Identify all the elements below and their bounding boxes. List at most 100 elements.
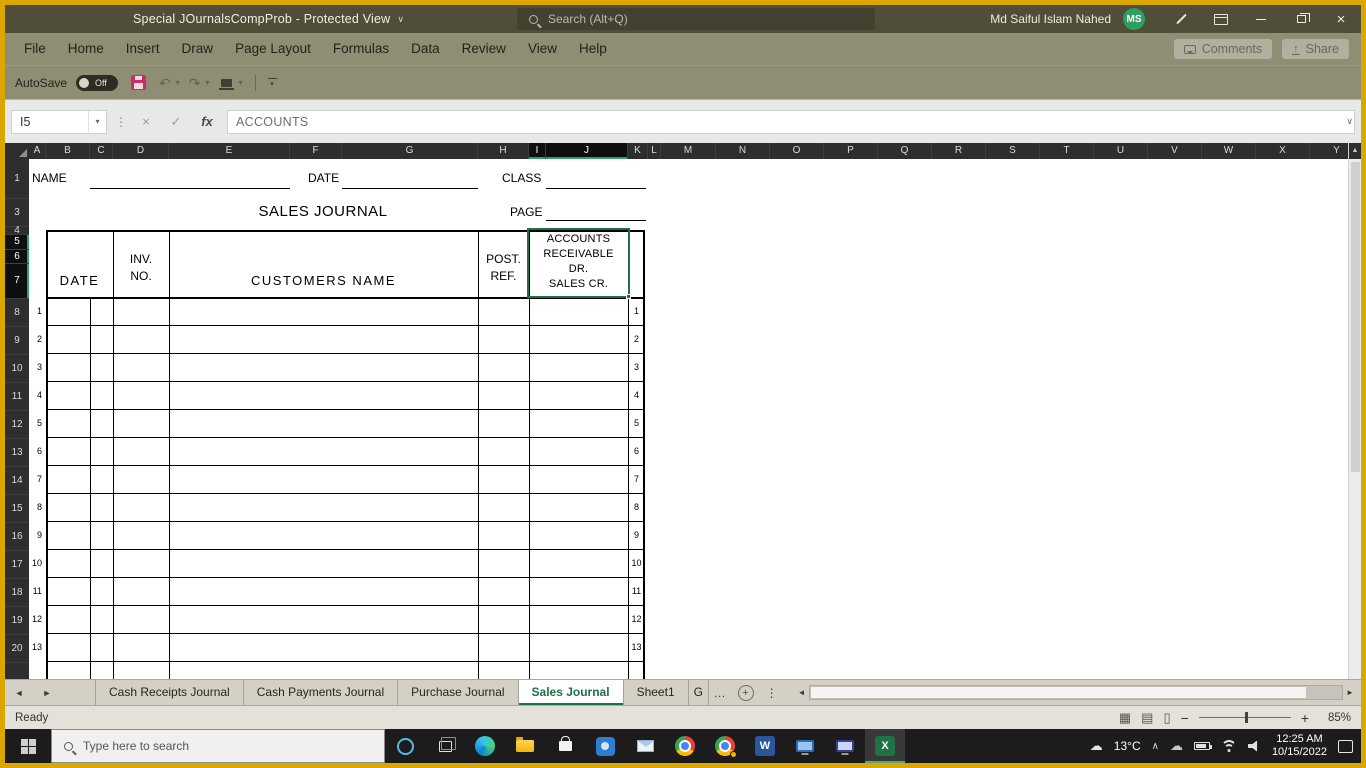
- redo-icon[interactable]: ↷: [189, 76, 201, 90]
- store-button[interactable]: [545, 729, 585, 763]
- share-button[interactable]: ↑ Share: [1282, 39, 1349, 59]
- comments-button[interactable]: Comments: [1173, 39, 1273, 59]
- title-dropdown-icon[interactable]: ∨: [397, 14, 404, 25]
- task-view-button[interactable]: [425, 729, 465, 763]
- undo-icon[interactable]: ↶: [159, 76, 171, 90]
- column-header-R[interactable]: R: [932, 143, 986, 159]
- hscroll-track[interactable]: [808, 685, 1343, 700]
- ribbon-tab-home[interactable]: Home: [57, 33, 115, 65]
- row-header-5[interactable]: 5: [5, 235, 29, 250]
- column-header-Y[interactable]: Y: [1310, 143, 1348, 159]
- onedrive-cloud-icon[interactable]: ☁: [1170, 738, 1183, 754]
- save-icon[interactable]: [131, 75, 147, 90]
- titlebar-search-box[interactable]: Search (Alt+Q): [517, 8, 875, 30]
- column-header-O[interactable]: O: [770, 143, 824, 159]
- redo-dropdown-icon[interactable]: ▾: [206, 78, 210, 87]
- vertical-scrollbar-thumb[interactable]: [1351, 162, 1360, 472]
- row-header-12[interactable]: 12: [5, 411, 29, 439]
- column-header-J[interactable]: J: [546, 143, 628, 159]
- cortana-button[interactable]: [385, 729, 425, 763]
- vertical-scrollbar[interactable]: ▲: [1348, 143, 1361, 679]
- excel-button-active[interactable]: X: [865, 729, 905, 763]
- zoom-level[interactable]: 85%: [1319, 712, 1351, 724]
- column-header-L[interactable]: L: [648, 143, 661, 159]
- start-button[interactable]: [5, 729, 51, 763]
- customize-qat-icon[interactable]: ▾: [267, 77, 277, 88]
- scroll-up-icon[interactable]: ▲: [1349, 143, 1361, 159]
- select-all-button[interactable]: [5, 143, 29, 159]
- browser-button-2[interactable]: [705, 729, 745, 763]
- taskbar-clock[interactable]: 12:25 AM 10/15/2022: [1272, 733, 1327, 759]
- column-header-M[interactable]: M: [661, 143, 716, 159]
- row-header-15[interactable]: 15: [5, 495, 29, 523]
- volume-icon[interactable]: [1247, 740, 1258, 752]
- ribbon-tab-page-layout[interactable]: Page Layout: [224, 33, 322, 65]
- sheet-tab-cash-receipts-journal[interactable]: Cash Receipts Journal: [95, 680, 244, 705]
- column-header-Q[interactable]: Q: [878, 143, 932, 159]
- app-button-3[interactable]: [825, 729, 865, 763]
- column-header-W[interactable]: W: [1202, 143, 1256, 159]
- horizontal-scrollbar[interactable]: ◄ ►: [795, 684, 1357, 701]
- sheet-tab-g[interactable]: G: [689, 680, 709, 705]
- row-header-19[interactable]: 19: [5, 607, 29, 635]
- ribbon-tab-data[interactable]: Data: [400, 33, 451, 65]
- row-header-7[interactable]: 7: [5, 264, 29, 299]
- sheet-tab-sheet1[interactable]: Sheet1: [624, 680, 689, 705]
- tab-scroll-left-icon[interactable]: ◄: [5, 680, 33, 705]
- column-header-D[interactable]: D: [113, 143, 169, 159]
- name-box-dropdown-icon[interactable]: ▾: [88, 110, 106, 133]
- ribbon-tab-view[interactable]: View: [517, 33, 568, 65]
- network-icon[interactable]: [1220, 740, 1237, 752]
- grid-canvas[interactable]: NAME DATE CLASS SALES JOURNAL PAGE DATE …: [29, 159, 1348, 679]
- ribbon-tab-draw[interactable]: Draw: [171, 33, 225, 65]
- ribbon-display-options-icon[interactable]: [1201, 5, 1241, 33]
- fill-handle[interactable]: [626, 294, 631, 299]
- zoom-slider[interactable]: [1198, 712, 1291, 723]
- row-header-16[interactable]: 16: [5, 523, 29, 551]
- undo-dropdown-icon[interactable]: ▾: [176, 78, 180, 87]
- row-header-20[interactable]: 20: [5, 635, 29, 663]
- row-header-9[interactable]: 9: [5, 327, 29, 355]
- ribbon-tab-help[interactable]: Help: [568, 33, 618, 65]
- user-avatar[interactable]: MS: [1123, 8, 1145, 30]
- ink-tool-icon[interactable]: [218, 78, 234, 90]
- row-header-1[interactable]: 1: [5, 159, 29, 199]
- column-header-I[interactable]: I: [529, 143, 546, 159]
- column-header-F[interactable]: F: [290, 143, 342, 159]
- normal-view-icon[interactable]: ▦: [1119, 710, 1131, 726]
- column-header-A[interactable]: A: [29, 143, 46, 159]
- hscroll-left-icon[interactable]: ◄: [795, 688, 809, 697]
- edge-button[interactable]: [465, 729, 505, 763]
- file-explorer-button[interactable]: [505, 729, 545, 763]
- tab-more-icon[interactable]: ⋮: [761, 680, 783, 705]
- enter-button[interactable]: ✓: [165, 114, 187, 130]
- column-header-U[interactable]: U: [1094, 143, 1148, 159]
- hscroll-thumb[interactable]: [810, 687, 1306, 698]
- row-header-3[interactable]: 3: [5, 199, 29, 227]
- taskbar-search-box[interactable]: Type here to search: [51, 729, 385, 763]
- expand-formula-bar-icon[interactable]: ∨: [1346, 116, 1353, 127]
- page-layout-view-icon[interactable]: ▤: [1141, 710, 1153, 726]
- insert-function-button[interactable]: fx: [195, 114, 219, 129]
- cancel-button[interactable]: ×: [135, 114, 157, 129]
- column-header-E[interactable]: E: [169, 143, 290, 159]
- row-header-8[interactable]: 8: [5, 299, 29, 327]
- ribbon-tab-file[interactable]: File: [13, 33, 57, 65]
- column-header-S[interactable]: S: [986, 143, 1040, 159]
- weather-temperature[interactable]: 13°C: [1114, 739, 1141, 753]
- sheet-tab-sales-journal[interactable]: Sales Journal: [518, 680, 624, 705]
- zoom-out-button[interactable]: −: [1181, 710, 1189, 726]
- mail-button[interactable]: [625, 729, 665, 763]
- row-header-11[interactable]: 11: [5, 383, 29, 411]
- zoom-in-button[interactable]: +: [1301, 710, 1309, 726]
- column-header-K[interactable]: K: [628, 143, 648, 159]
- new-sheet-button[interactable]: +: [737, 684, 754, 701]
- column-header-C[interactable]: C: [90, 143, 113, 159]
- row-header-10[interactable]: 10: [5, 355, 29, 383]
- column-header-G[interactable]: G: [342, 143, 478, 159]
- ribbon-tab-review[interactable]: Review: [451, 33, 517, 65]
- row-header-14[interactable]: 14: [5, 467, 29, 495]
- column-header-N[interactable]: N: [716, 143, 770, 159]
- action-center-icon[interactable]: [1338, 739, 1353, 753]
- column-header-V[interactable]: V: [1148, 143, 1202, 159]
